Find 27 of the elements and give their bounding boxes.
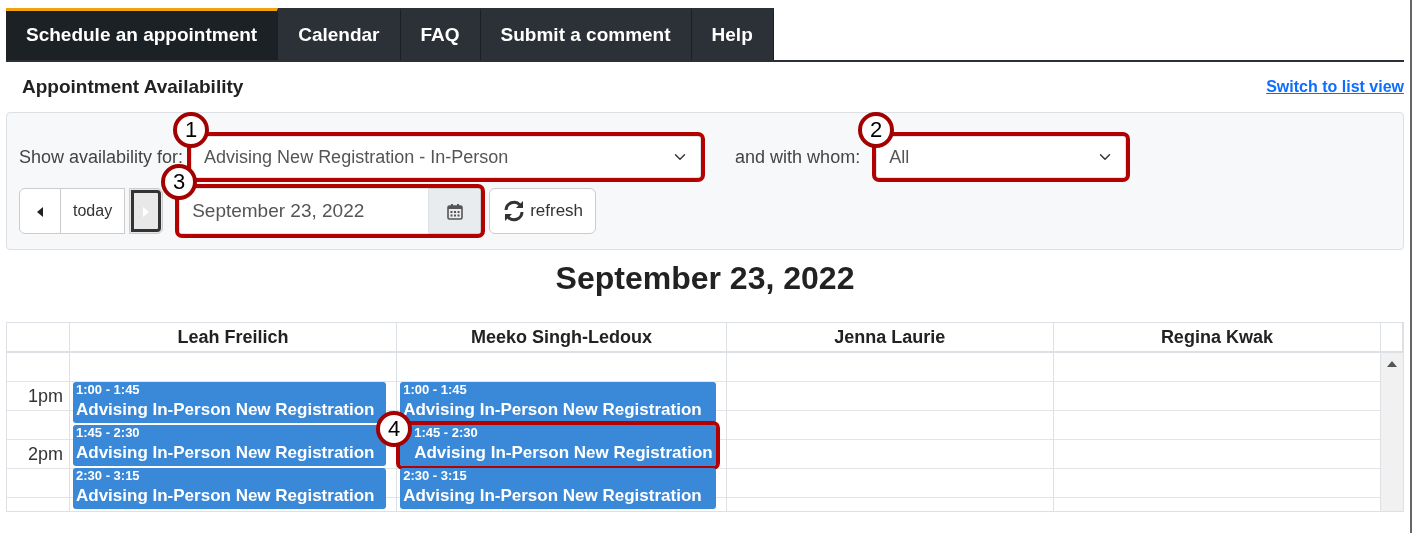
section-heading: Appointment Availability [21, 74, 244, 99]
caret-left-icon [36, 205, 44, 218]
tab[interactable]: Submit a comment [480, 8, 692, 60]
tab[interactable]: Schedule an appointment [6, 8, 279, 60]
day-title: September 23, 2022 [554, 259, 856, 298]
callout-number: 2 [858, 112, 895, 148]
time-label: 1pm [27, 385, 64, 408]
time-label: 2pm [27, 443, 64, 466]
tab[interactable]: FAQ [400, 8, 481, 60]
appointment-event[interactable]: 2:30 - 3:15 Advising In-Person New Registration [400, 468, 716, 509]
column-header: Jenna Laurie [726, 323, 1054, 353]
column-header: Regina Kwak [1053, 323, 1381, 353]
callout-number: 3 [161, 164, 198, 200]
tab[interactable]: Calendar [278, 8, 401, 60]
refresh-button[interactable]: refresh [489, 188, 597, 234]
column-header: Meeko Singh-Ledoux [397, 323, 727, 353]
tab[interactable]: Help [691, 8, 774, 60]
switch-view-link[interactable]: Switch to list view [1266, 75, 1404, 99]
field-label: and with whom: [735, 145, 861, 169]
appointment-event[interactable]: 1:00 - 1:45 Advising In-Person New Registration [73, 382, 387, 423]
appointment-event[interactable]: 1:45 - 2:30 Advising In-Person New Registration [73, 425, 387, 466]
scroll-up-icon[interactable] [1387, 361, 1397, 367]
today-button[interactable]: today [60, 188, 126, 234]
column-header: Leah Freilich [70, 323, 398, 353]
callout-number: 1 [173, 112, 210, 148]
calendar-icon [446, 202, 463, 220]
appointment-event[interactable]: 2:30 - 3:15 Advising In-Person New Registration [73, 468, 387, 509]
